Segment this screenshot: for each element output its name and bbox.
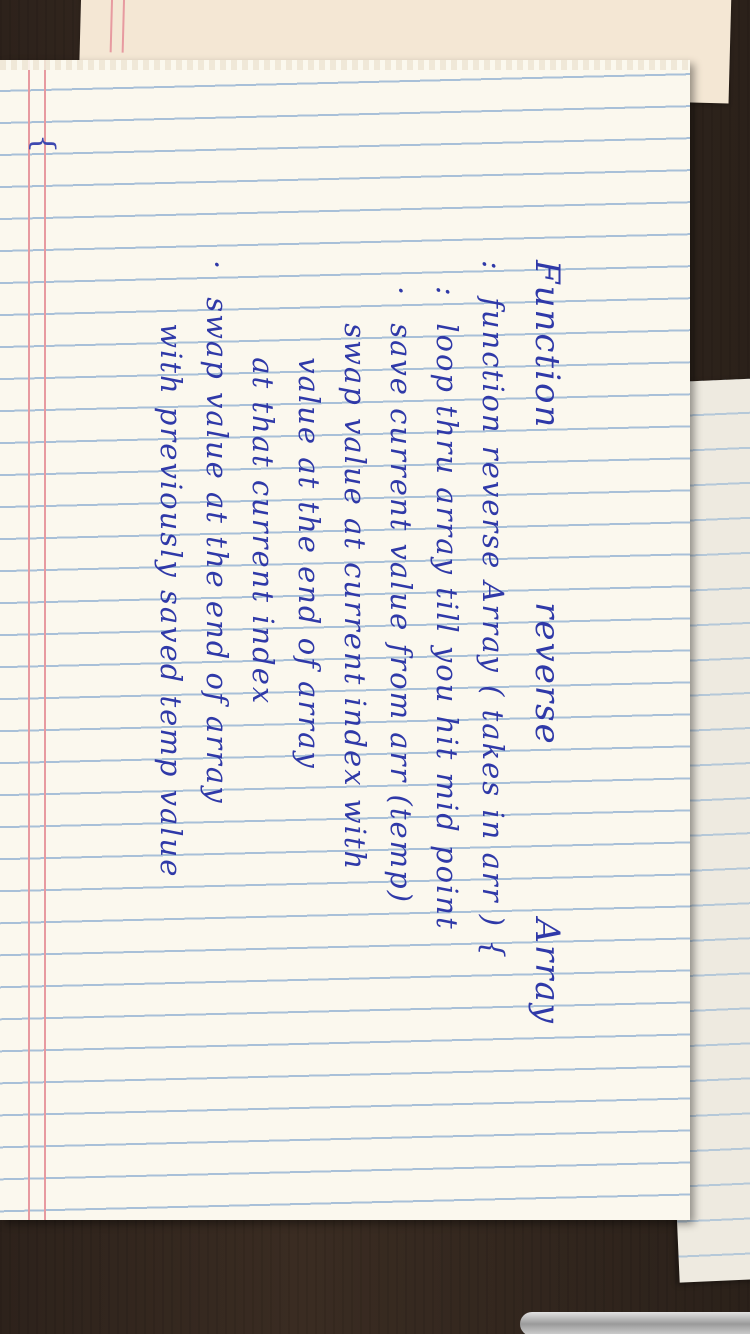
note-line-4: swap value at current index with — [332, 260, 378, 1220]
note-text: at that current index — [246, 357, 280, 706]
note-text: function reverse Array ( takes in arr ) … — [476, 297, 510, 960]
pen — [520, 1312, 750, 1334]
note-text: with previously saved temp value — [154, 323, 188, 879]
note-line-8: with previously saved temp value — [148, 260, 194, 1220]
top-sheet-margin — [109, 0, 126, 53]
note-line-6: at that current index — [240, 260, 286, 1220]
margin-lines — [28, 60, 46, 1220]
margin-brace: { — [26, 133, 62, 154]
note-title: Function reverse Array — [527, 260, 567, 1026]
note-line-2: : loop thru array till you hit mid point — [424, 260, 470, 1220]
torn-page-edge — [0, 60, 690, 70]
note-bullet: : — [476, 260, 510, 272]
note-line-1: : function reverse Array ( takes in arr … — [470, 260, 516, 1220]
handwritten-notes: Function reverse Array : function revers… — [148, 260, 570, 1220]
note-line-5: value at the end of array — [286, 260, 332, 1220]
note-text: value at the end of array — [292, 357, 326, 770]
note-text: loop thru array till you hit mid point — [430, 323, 464, 931]
note-bullet: · — [384, 286, 418, 298]
photo-scene: { Function reverse Array : function reve… — [0, 0, 750, 1334]
note-text: swap value at current index with — [338, 323, 372, 872]
note-line-3: · save current value from arr (temp) — [378, 260, 424, 1220]
note-line-7: · swap value at the end of array — [194, 260, 240, 1220]
note-bullet: · — [200, 260, 234, 272]
note-text: swap value at the end of array — [200, 297, 234, 805]
note-text: save current value from arr (temp) — [384, 323, 418, 905]
note-bullet: : — [430, 286, 464, 298]
